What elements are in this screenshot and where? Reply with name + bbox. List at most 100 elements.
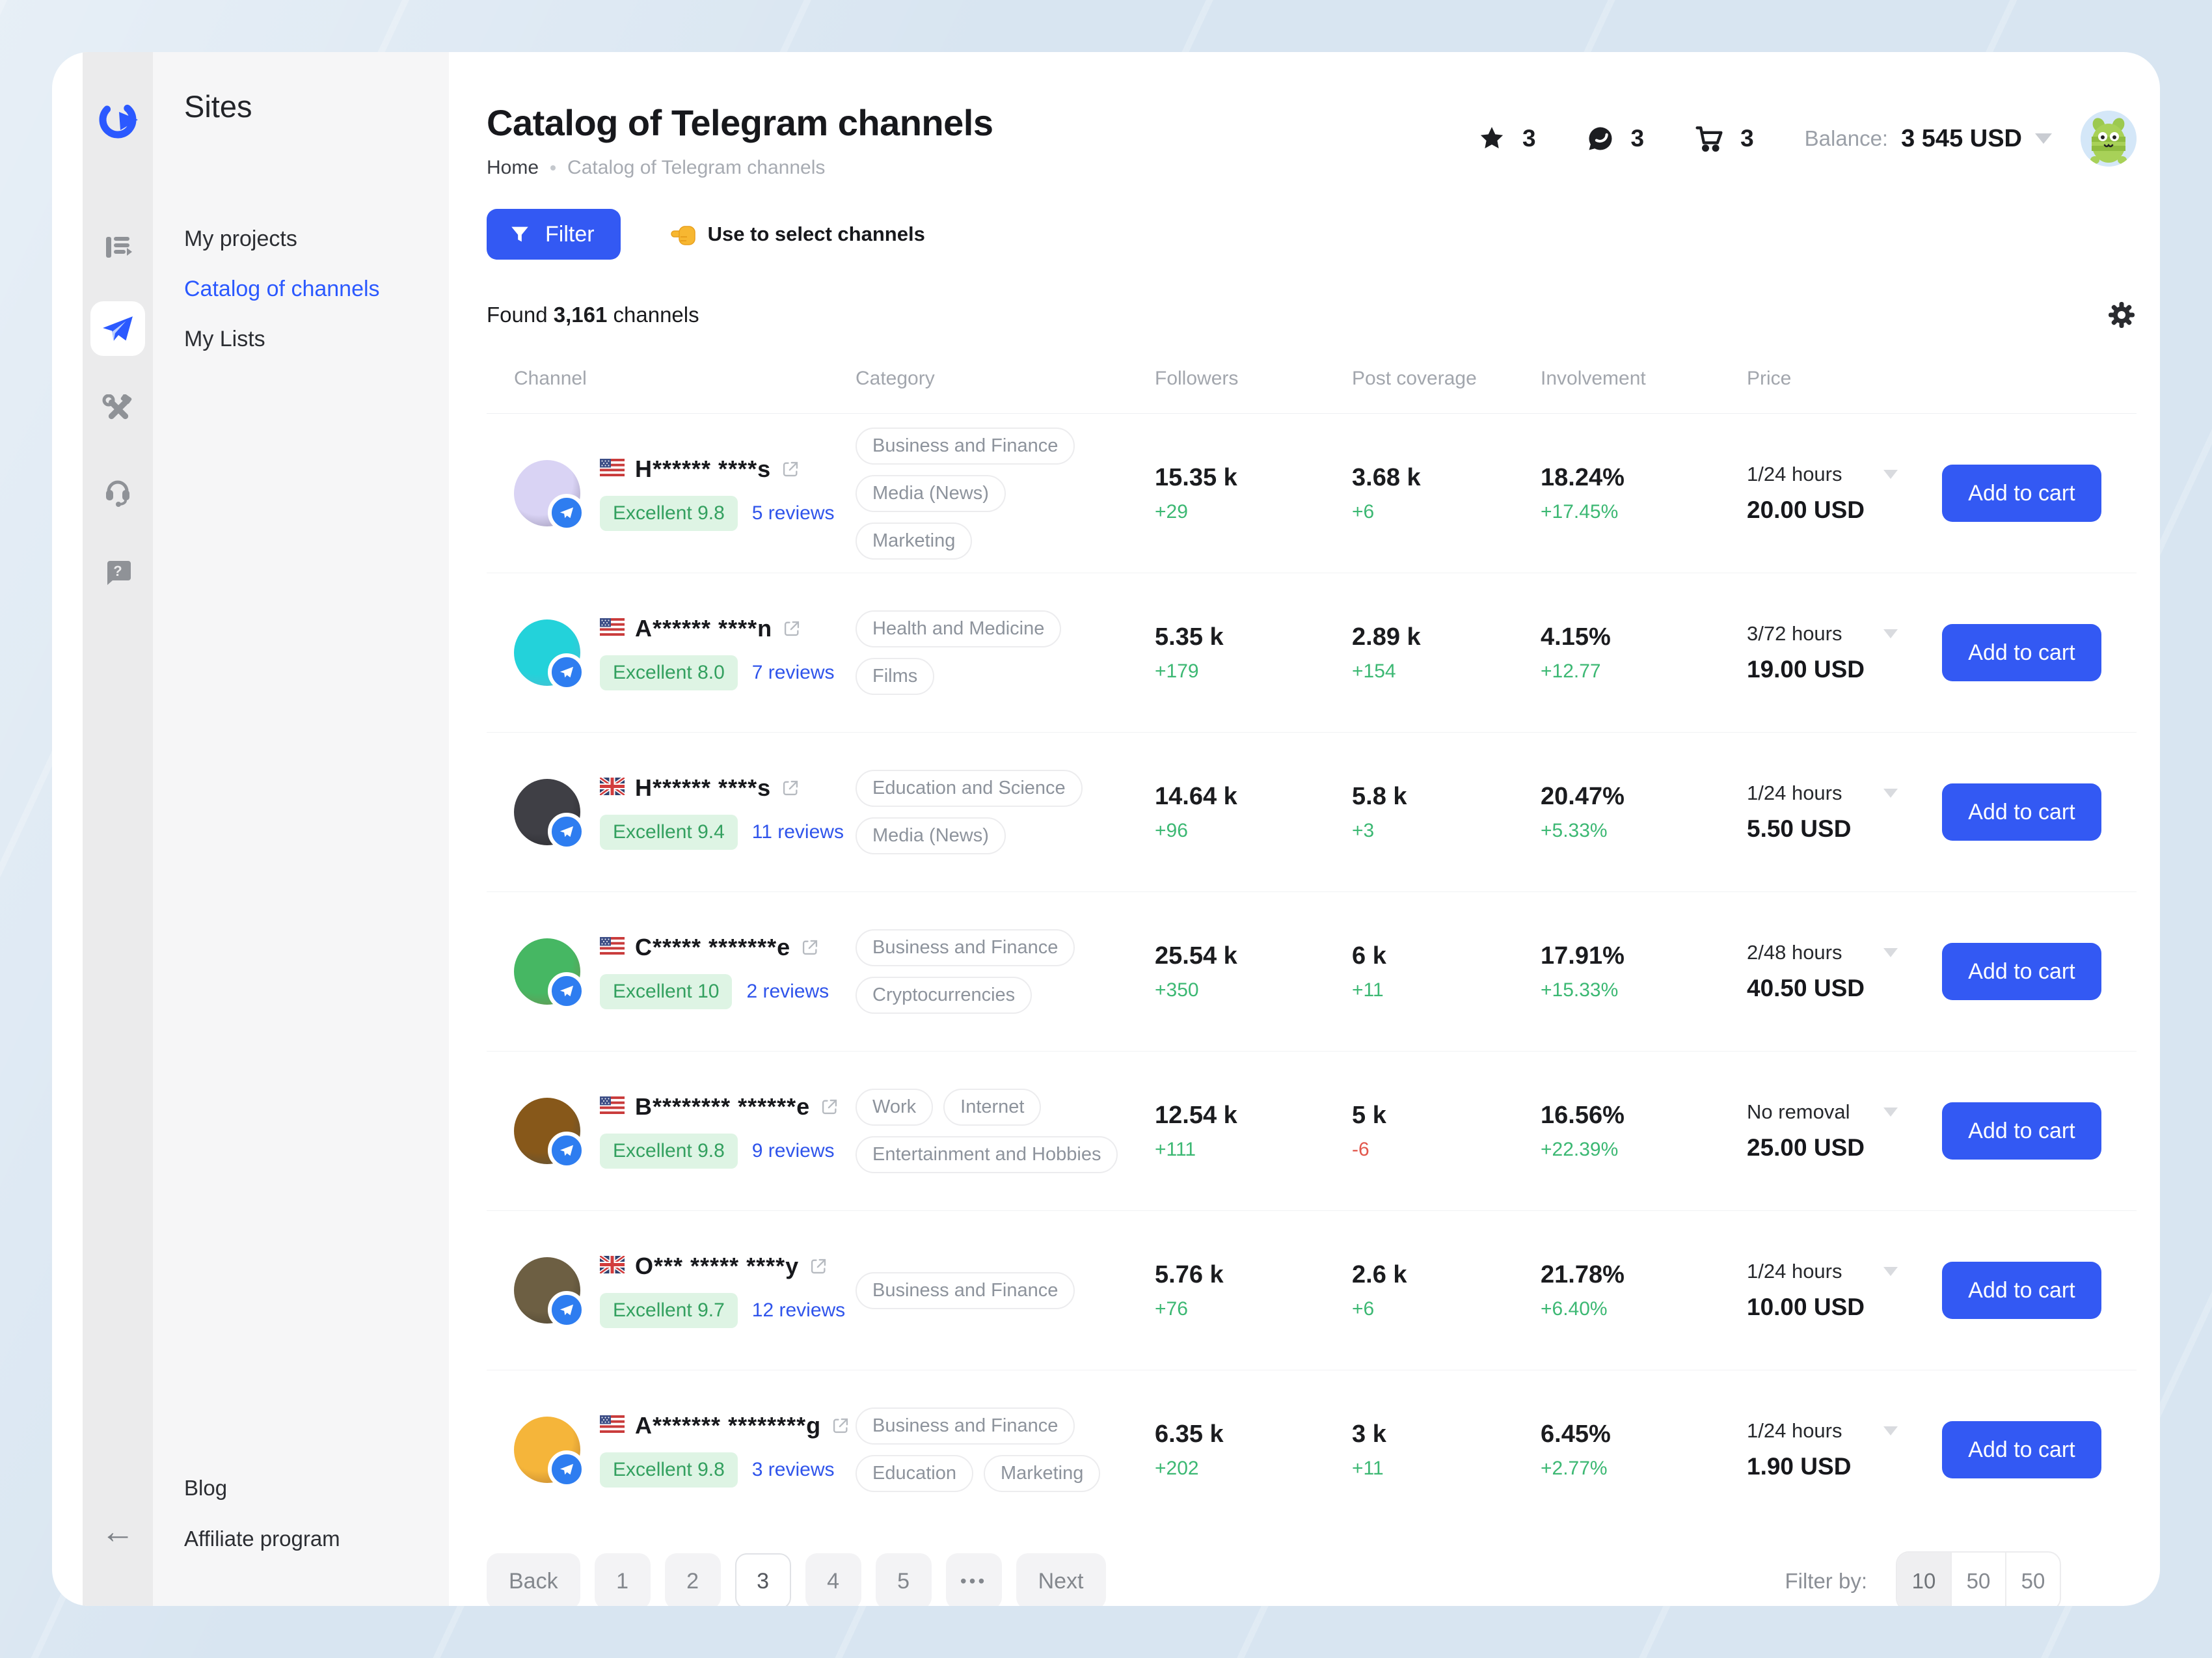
channel-name[interactable]: C***** *******e [635,934,790,961]
column-header-followers: Followers [1155,368,1352,390]
add-to-cart-button[interactable]: Add to cart [1942,783,2101,841]
external-link-icon[interactable] [783,619,801,638]
sidebar-footer: Blog Affiliate program [184,1476,340,1551]
post-coverage-cell: 2.89 k +154 [1352,623,1541,683]
external-link-icon[interactable] [820,1098,839,1116]
reviews-link[interactable]: 9 reviews [752,1140,835,1162]
price-option-dropdown[interactable]: 3/72 hours [1747,622,1898,646]
page-size-option-50-2[interactable]: 50 [2005,1553,2060,1606]
channel-name[interactable]: A******* ********g [635,1412,821,1439]
sidebar-icon-support[interactable] [90,464,145,519]
add-to-cart-button[interactable]: Add to cart [1942,943,2101,1000]
channel-name[interactable]: H****** ****s [635,774,771,802]
balance-dropdown[interactable]: Balance: 3 545 USD [1805,125,2052,153]
reviews-link[interactable]: 7 reviews [752,662,835,684]
user-avatar[interactable] [2081,111,2137,167]
app-logo-icon[interactable] [90,92,145,147]
add-to-cart-button[interactable]: Add to cart [1942,1262,2101,1319]
country-flag-icon [600,778,625,798]
channel-name[interactable]: B******** ******e [635,1093,810,1121]
price-option-dropdown[interactable]: No removal [1747,1100,1898,1124]
price-option-dropdown[interactable]: 1/24 hours [1747,781,1898,805]
breadcrumb-current: Catalog of Telegram channels [567,157,825,179]
external-link-icon[interactable] [781,779,800,797]
collapse-sidebar-arrow-icon[interactable]: ← [90,1504,145,1559]
chevron-down-icon [1883,470,1898,479]
telegram-badge-icon [548,972,586,1010]
post-coverage-cell: 2.6 k +6 [1352,1261,1541,1320]
cart-counter[interactable]: 3 [1695,124,1754,153]
involvement-delta: +5.33% [1541,820,1747,842]
coverage-delta: +154 [1352,660,1541,683]
country-flag-icon [600,1256,625,1277]
pagination-page-1[interactable]: 1 [595,1553,651,1606]
price-option-dropdown[interactable]: 1/24 hours [1747,463,1898,486]
sidebar-icon-help[interactable]: ? [90,545,145,600]
pagination-next-button[interactable]: Next [1016,1553,1106,1606]
external-link-icon[interactable] [781,460,800,478]
involvement-value: 16.56% [1541,1102,1747,1130]
category-tag: Business and Finance [856,929,1075,966]
reviews-link[interactable]: 12 reviews [752,1299,845,1322]
pagination-page-2[interactable]: 2 [665,1553,721,1606]
category-tag: Business and Finance [856,1407,1075,1445]
pagination-page-3[interactable]: 3 [735,1553,791,1606]
followers-value: 12.54 k [1155,1102,1352,1130]
involvement-delta: +2.77% [1541,1458,1747,1480]
price-option-dropdown[interactable]: 1/24 hours [1747,1260,1898,1283]
external-link-icon[interactable] [831,1417,850,1435]
channel-name[interactable]: O*** ***** ****y [635,1253,799,1280]
price-cell: 1/24 hours 1.90 USD [1747,1419,1942,1480]
category-tag: Marketing [984,1455,1100,1492]
involvement-cell: 18.24% +17.45% [1541,464,1747,523]
external-link-icon[interactable] [801,938,819,957]
pagination-back-button[interactable]: Back [487,1553,580,1606]
involvement-value: 21.78% [1541,1261,1747,1289]
sidebar-icon-tools[interactable] [90,383,145,437]
pagination-ellipsis-button[interactable]: ••• [946,1553,1002,1606]
sidebar-item-affiliate-program[interactable]: Affiliate program [184,1527,340,1551]
filter-button[interactable]: Filter [487,209,621,260]
reviews-link[interactable]: 5 reviews [752,502,835,524]
price-option-dropdown[interactable]: 1/24 hours [1747,1419,1898,1443]
category-tag: Media (News) [856,475,1006,512]
reviews-link[interactable]: 3 reviews [752,1459,835,1481]
table-row: H****** ****s Excellent 9.4 11 reviews E… [487,733,2137,892]
category-tag: Health and Medicine [856,610,1061,647]
sidebar-icon-telegram-catalog[interactable] [90,301,145,356]
country-flag-icon [600,459,625,480]
channel-name[interactable]: A****** ****n [635,615,772,642]
post-coverage-cell: 6 k +11 [1352,942,1541,1001]
sidebar-item-blog[interactable]: Blog [184,1476,340,1501]
pagination-page-5[interactable]: 5 [876,1553,932,1606]
reviews-link[interactable]: 11 reviews [752,821,844,843]
coverage-value: 2.6 k [1352,1261,1541,1289]
sidebar-item-my-projects[interactable]: My projects [184,226,380,252]
sidebar-icon-projects[interactable] [90,220,145,275]
price-option-dropdown[interactable]: 2/48 hours [1747,941,1898,964]
favorites-counter[interactable]: 3 [1478,125,1536,152]
add-to-cart-button[interactable]: Add to cart [1942,1102,2101,1160]
external-link-icon[interactable] [809,1257,828,1275]
add-to-cart-button[interactable]: Add to cart [1942,1421,2101,1478]
channel-name[interactable]: H****** ****s [635,455,771,483]
reviews-link[interactable]: 2 reviews [746,981,829,1003]
add-to-cart-button[interactable]: Add to cart [1942,624,2101,681]
balance-value: 3 545 USD [1901,125,2022,153]
sidebar-item-my-lists[interactable]: My Lists [184,327,380,352]
messages-counter[interactable]: 3 [1587,125,1645,152]
followers-cell: 15.35 k +29 [1155,464,1352,523]
price-option-label: 1/24 hours [1747,1260,1842,1283]
sidebar-item-catalog-of-channels[interactable]: Catalog of channels [184,277,380,302]
add-to-cart-button[interactable]: Add to cart [1942,465,2101,522]
coverage-value: 6 k [1352,942,1541,970]
followers-value: 14.64 k [1155,783,1352,811]
page-size-option-10-0[interactable]: 10 [1897,1553,1950,1606]
price-value: 19.00 USD [1747,656,1942,683]
pagination-page-4[interactable]: 4 [805,1553,861,1606]
page-size-option-50-1[interactable]: 50 [1950,1553,2005,1606]
breadcrumb-home[interactable]: Home [487,157,539,179]
table-settings-gear-icon[interactable] [2107,300,2137,330]
country-flag-icon [600,1415,625,1436]
involvement-cell: 20.47% +5.33% [1541,783,1747,842]
